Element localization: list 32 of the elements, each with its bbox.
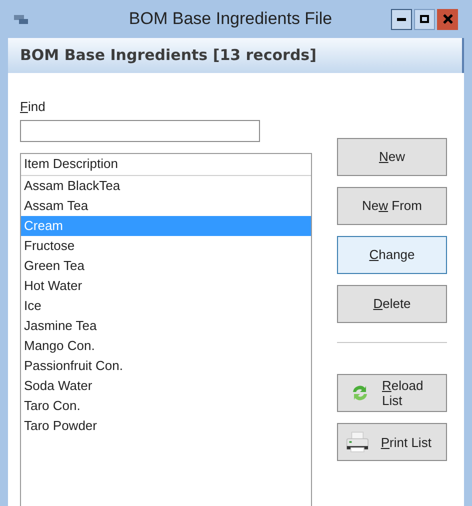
action-button[interactable]: Delete bbox=[337, 285, 447, 323]
list-item[interactable]: Taro Powder bbox=[21, 416, 311, 436]
maximize-button[interactable] bbox=[414, 8, 435, 30]
find-field[interactable] bbox=[20, 120, 260, 142]
maximize-icon bbox=[420, 15, 429, 23]
list-item[interactable]: Taro Con. bbox=[21, 396, 311, 416]
list-item[interactable]: Assam BlackTea bbox=[21, 176, 311, 196]
minimize-button[interactable] bbox=[391, 8, 412, 30]
printer-icon bbox=[346, 429, 369, 455]
action-button[interactable]: Change bbox=[337, 236, 447, 274]
header-bar: BOM Base Ingredients [13 records] bbox=[8, 38, 464, 73]
column-header[interactable]: Item Description bbox=[21, 154, 311, 176]
list-item[interactable]: Jasmine Tea bbox=[21, 316, 311, 336]
list-item[interactable]: Passionfruit Con. bbox=[21, 356, 311, 376]
action-button[interactable]: New From bbox=[337, 187, 447, 225]
close-button[interactable] bbox=[437, 8, 458, 30]
list-item[interactable]: Green Tea bbox=[21, 256, 311, 276]
action-button[interactable]: New bbox=[337, 138, 447, 176]
window-title: BOM Base Ingredients File bbox=[128, 8, 334, 30]
close-icon bbox=[442, 14, 452, 24]
reload-button[interactable]: Reload List bbox=[337, 374, 447, 412]
app-icon bbox=[14, 13, 30, 25]
list-item[interactable]: Ice bbox=[21, 296, 311, 316]
minimize-icon bbox=[397, 18, 406, 20]
print-button[interactable]: Print List bbox=[337, 423, 447, 461]
list-item[interactable]: Soda Water bbox=[21, 376, 311, 396]
list-item[interactable]: Assam Tea bbox=[21, 196, 311, 216]
find-label: Find bbox=[20, 98, 46, 116]
refresh-icon bbox=[350, 383, 370, 403]
list-item[interactable]: Mango Con. bbox=[21, 336, 311, 356]
list-item[interactable]: Fructose bbox=[21, 236, 311, 256]
list-item[interactable]: Hot Water bbox=[21, 276, 311, 296]
